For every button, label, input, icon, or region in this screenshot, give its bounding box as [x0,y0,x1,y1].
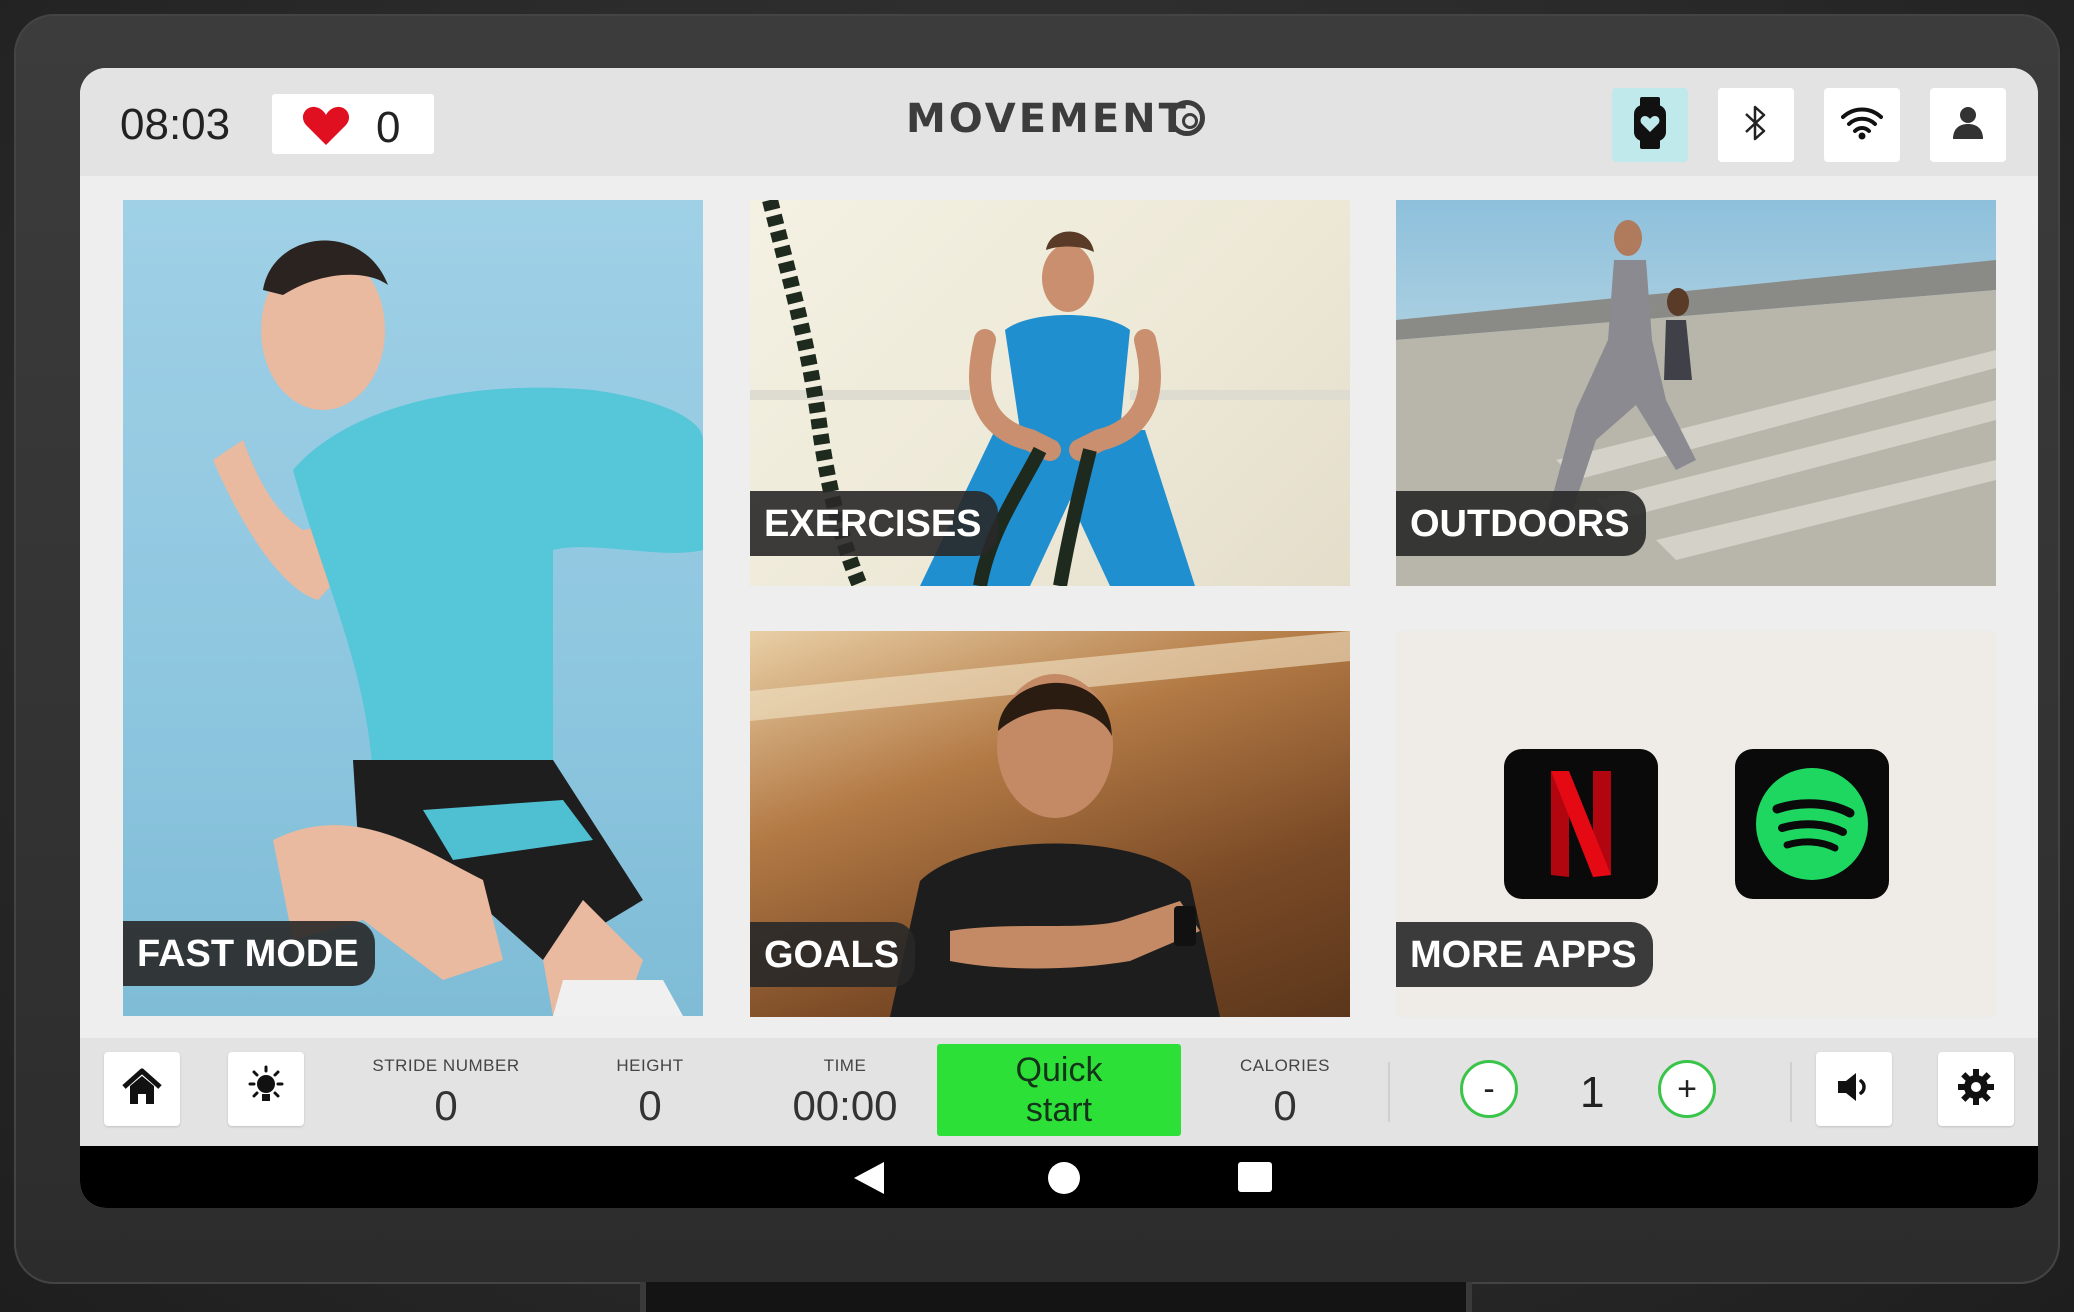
device-frame: 08:03 0 MOVEMENT FAST MODE EXERCISES OUT… [0,0,2074,1312]
light-button[interactable] [228,1052,304,1126]
recent-apps-icon[interactable] [1238,1162,1272,1192]
wifi-button[interactable] [1824,88,1900,162]
volume-button[interactable] [1816,1052,1892,1126]
goals-tile[interactable]: GOALS [750,631,1350,1017]
level-increase-button[interactable]: + [1658,1060,1716,1118]
heart-rate-value: 0 [376,103,401,152]
calories-stat: CALORIES 0 [1220,1056,1350,1130]
top-bar: 08:03 0 MOVEMENT [80,68,2038,176]
exercises-label: EXERCISES [750,491,998,556]
quick-start-label-line2: start [1025,1091,1093,1129]
level-value: 1 [1580,1068,1605,1117]
speaker-icon [1834,1070,1874,1109]
divider [1790,1062,1792,1122]
calories-label: CALORIES [1240,1056,1330,1075]
heart-icon [302,106,350,151]
screen: 08:03 0 MOVEMENT FAST MODE EXERCISES OUT… [80,68,2038,1208]
device-stand [640,1282,1472,1312]
time-label: TIME [823,1056,867,1075]
quick-start-label-line1: Quick [1015,1051,1103,1089]
spotify-app-icon[interactable] [1735,749,1889,899]
stride-number-stat: STRIDE NUMBER 0 [342,1056,550,1130]
light-bulb-icon [244,1065,288,1114]
home-icon [121,1068,163,1111]
level-decrease-button[interactable]: - [1460,1060,1518,1118]
stride-number-label: STRIDE NUMBER [372,1056,520,1075]
gear-icon [1956,1067,1996,1112]
heart-rate-display: 0 [272,94,434,154]
more-apps-tile[interactable]: MORE APPS [1396,631,1996,1017]
height-label: HEIGHT [616,1056,684,1075]
goals-label: GOALS [750,922,916,987]
brand-logo: MOVEMENT [906,96,1189,142]
system-nav-bar [80,1146,2038,1208]
fast-mode-photo [213,240,703,1016]
calories-value: 0 [1273,1082,1297,1129]
fast-mode-label: FAST MODE [123,921,375,986]
height-value: 0 [638,1082,662,1129]
stride-number-value: 0 [434,1082,458,1129]
user-button[interactable] [1930,88,2006,162]
time-value: 00:00 [792,1082,898,1129]
time-stat: TIME 00:00 [770,1056,920,1130]
home-circle-icon[interactable] [1048,1162,1080,1194]
watch-button[interactable] [1612,88,1688,162]
clock: 08:03 [120,100,231,149]
watch-icon [1630,96,1670,154]
home-button[interactable] [104,1052,180,1126]
wifi-icon [1841,106,1883,145]
brand-mark-icon [1169,100,1205,136]
height-stat: HEIGHT 0 [580,1056,720,1130]
back-icon[interactable] [854,1162,884,1194]
outdoors-tile[interactable]: OUTDOORS [1396,200,1996,586]
netflix-app-icon[interactable] [1504,749,1658,899]
settings-button[interactable] [1938,1052,2014,1126]
quick-start-button[interactable]: Quick start [937,1044,1181,1136]
fast-mode-tile[interactable]: FAST MODE [123,200,703,1016]
bottom-bar: STRIDE NUMBER 0 HEIGHT 0 TIME 00:00 Quic… [80,1038,2038,1146]
divider [1388,1062,1390,1122]
user-icon [1952,106,1984,145]
outdoors-label: OUTDOORS [1396,491,1646,556]
bluetooth-icon [1743,104,1769,147]
bluetooth-button[interactable] [1718,88,1794,162]
more-apps-label: MORE APPS [1396,922,1653,987]
exercises-tile[interactable]: EXERCISES [750,200,1350,586]
